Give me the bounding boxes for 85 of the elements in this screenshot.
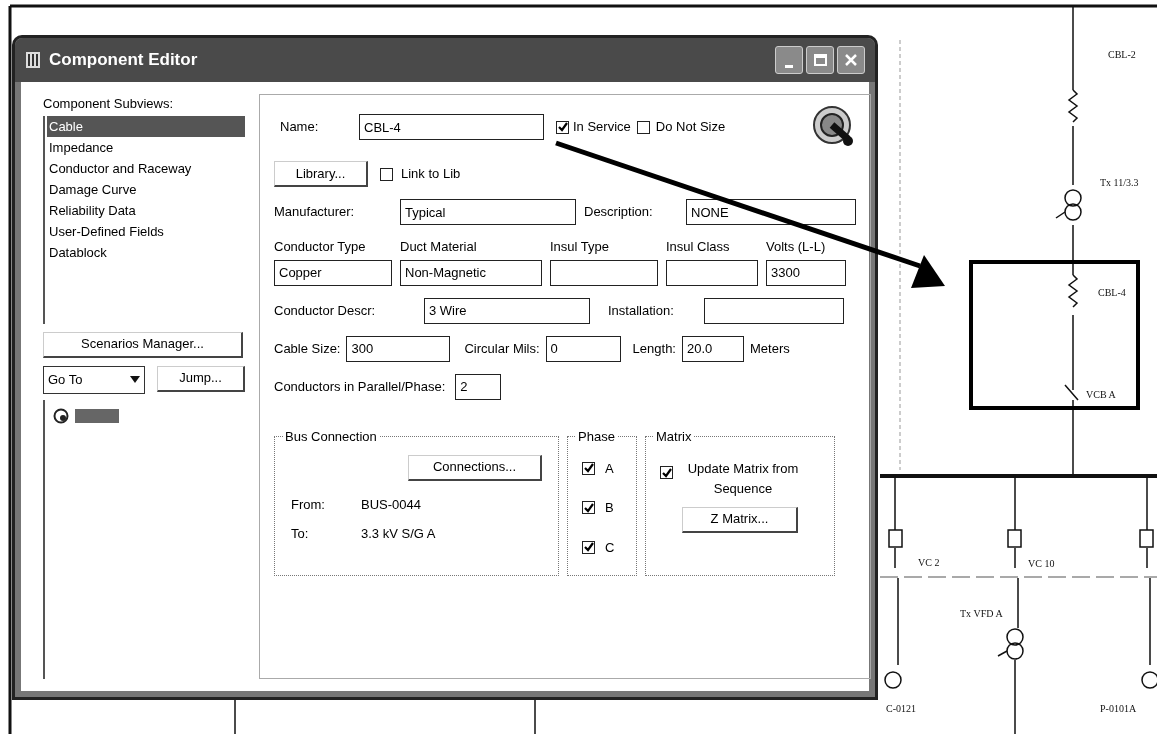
tree-item-highlight[interactable] [75,408,119,423]
manufacturer-label: Manufacturer: [274,203,356,222]
cable-reel-icon [812,105,856,149]
diagram-label: VC 10 [1028,558,1055,569]
length-field[interactable]: 20.0 [682,335,744,362]
phase-label: A [605,459,614,478]
to-value: 3.3 kV S/G A [361,525,437,543]
diagram-label: VCB A [1086,389,1116,400]
from-value: BUS-0044 [361,495,422,514]
diagram-label: C-0121 [886,703,916,714]
checkbox[interactable] [582,501,595,515]
checkbox[interactable] [556,120,569,134]
installation-field[interactable] [704,297,844,324]
connections-button[interactable]: Connections... [408,454,542,481]
subview-item[interactable]: Impedance [47,136,245,158]
checkbox-label: Do Not Size [655,118,726,137]
subview-item[interactable]: Datablock [47,241,245,263]
column-field[interactable]: Copper [274,259,392,286]
column-label: Duct Material [400,238,478,256]
manufacturer-field[interactable]: Typical [400,199,576,225]
checkbox[interactable] [636,120,650,134]
subview-item[interactable]: Conductor and Raceway [47,157,245,179]
close-button[interactable] [837,46,865,74]
diagram-label: Tx VFD A [960,608,1003,619]
cable-size-field[interactable]: 300 [346,335,451,362]
window-title: Component Editor [49,49,198,72]
name-field[interactable]: CBL-4 [359,114,544,140]
from-label: From: [291,495,326,514]
diagram-label: CBL-4 [1098,287,1126,298]
transformer-icon [997,628,1024,660]
column-label: Conductor Type [274,238,367,256]
cable-size-label: Cable Size: [274,339,341,358]
unit-label: Meters [750,339,790,358]
minimize-icon [785,65,793,68]
diagram-label: Tx 11/3.3 [1100,177,1139,188]
parallel-field[interactable]: 2 [455,373,502,400]
to-label: To: [291,525,310,543]
checkbox-label: Link to Lib [401,165,461,184]
column-field[interactable] [550,259,658,286]
transformer-icon [1055,189,1082,221]
z-matrix-button[interactable]: Z Matrix... [682,506,798,533]
checkbox-label: Update Matrix from Sequence [686,459,800,498]
diagram-label: CBL-2 [1108,49,1136,60]
parallel-label: Conductors in Parallel/Phase: [274,377,446,396]
circular-mils-field[interactable]: 0 [545,335,621,362]
description-label: Description: [584,203,654,222]
caret-icon [130,376,140,383]
circular-mils-label: Circular Mils: [464,339,540,358]
subview-item[interactable]: Cable [47,115,245,137]
diagram-label: VC 2 [918,557,940,568]
checkbox[interactable] [582,461,595,475]
diagram-label: P-0101A [1100,703,1137,714]
description-field[interactable]: NONE [686,199,856,225]
subview-item[interactable]: Damage Curve [47,178,245,200]
subviews-label: Component Subviews: [43,95,175,113]
column-label: Insul Class [666,238,731,256]
conductor-descr-field[interactable]: 3 Wire [424,297,590,324]
maximize-button[interactable] [806,46,834,74]
subview-item[interactable]: User-Defined Fields [47,220,245,242]
maximize-icon [813,54,827,66]
column-field[interactable] [666,259,758,286]
app-icon [25,51,41,69]
column-label: Volts (L-L) [766,238,827,256]
column-field[interactable]: 3300 [766,259,846,286]
installation-label: Installation: [608,301,675,320]
goto-dropdown[interactable]: Go To [43,365,145,394]
close-icon [844,53,858,67]
checkbox[interactable] [380,167,393,181]
subview-item[interactable]: Reliability Data [47,199,245,221]
cable-icon [53,407,69,424]
library-button[interactable]: Library... [274,161,368,187]
breaker-icon [888,529,1154,548]
jump-button[interactable]: Jump... [157,365,245,392]
name-label: Name: [279,118,320,137]
minimize-button[interactable] [775,46,803,74]
phase-label: B [605,499,614,517]
scenarios-manager-button[interactable]: Scenarios Manager... [43,331,243,358]
checkbox[interactable] [660,466,673,479]
checkbox[interactable] [582,540,595,554]
length-label: Length: [632,339,676,358]
column-label: Insul Type [550,238,611,256]
checkbox-label: In Service [573,118,631,137]
conductor-descr-label: Conductor Descr: [274,301,377,320]
phase-label: C [605,538,615,557]
column-field[interactable]: Non-Magnetic [400,259,542,286]
